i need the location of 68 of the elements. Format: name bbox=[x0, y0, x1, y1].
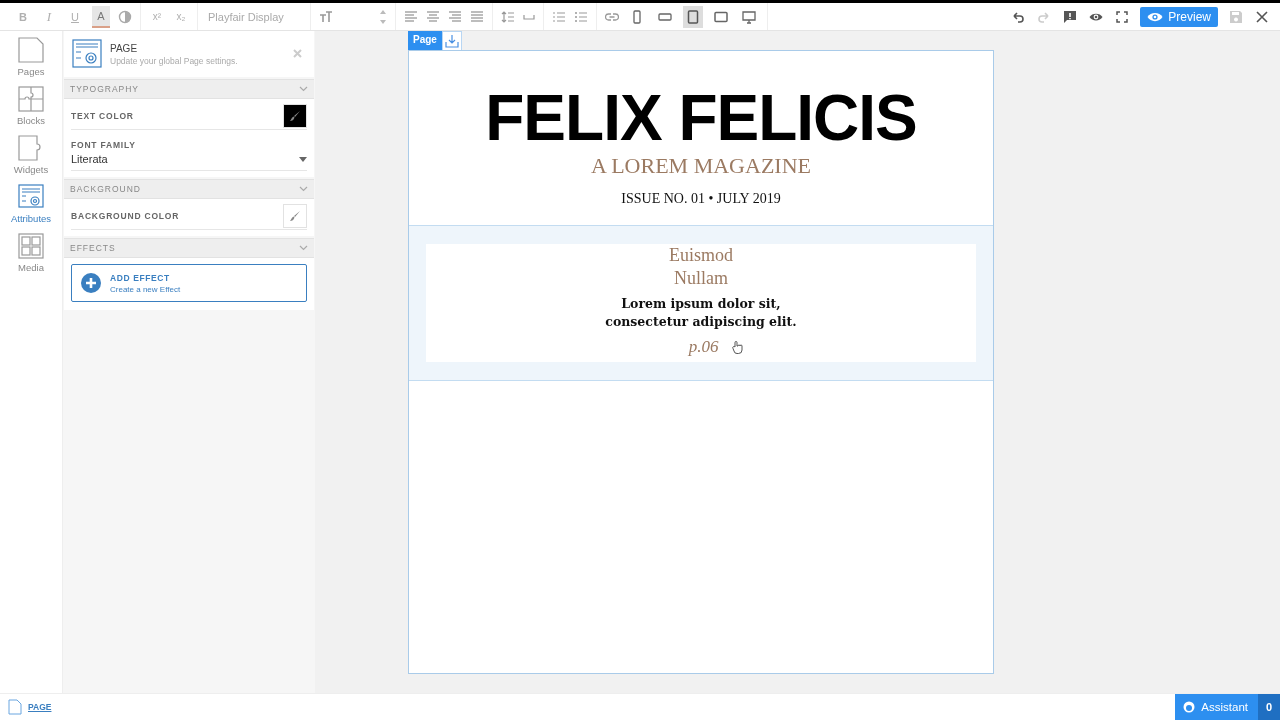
assistant-icon bbox=[1183, 701, 1196, 713]
bullet-list-icon[interactable] bbox=[574, 10, 588, 23]
numbered-list-icon[interactable] bbox=[552, 10, 566, 23]
sidebar-item[interactable]: Media bbox=[2, 233, 60, 273]
issue-line: ISSUE NO. 01 • JULY 2019 bbox=[621, 191, 781, 207]
sidebar-item[interactable]: Blocks bbox=[2, 86, 60, 126]
sidebar-item[interactable]: Widgets bbox=[2, 135, 60, 175]
puzzle-icon bbox=[18, 86, 44, 112]
page-icon bbox=[8, 699, 22, 715]
assistant-count: 0 bbox=[1258, 694, 1280, 720]
section-header[interactable]: BACKGROUND bbox=[64, 179, 314, 199]
block-text: Lorem ipsum dolor sit, consectetur adipiscing elit. bbox=[605, 295, 797, 331]
page-icon bbox=[18, 37, 44, 63]
align-center-icon[interactable] bbox=[426, 10, 440, 23]
page-tag[interactable]: Page bbox=[408, 31, 442, 50]
hand-cursor-icon bbox=[732, 340, 744, 354]
page-number: p.06 bbox=[688, 337, 719, 357]
content-block[interactable]: Euismod Nullam Lorem ipsum dolor sit, consectetur adipiscing elit. p.06 bbox=[409, 225, 993, 381]
brush-icon bbox=[289, 210, 301, 222]
format-button[interactable]: B bbox=[14, 5, 32, 28]
block-heading: Euismod Nullam bbox=[669, 244, 733, 290]
contrast-icon[interactable] bbox=[118, 9, 132, 24]
puzzle-piece-icon bbox=[18, 135, 44, 161]
chevron-icon bbox=[299, 86, 308, 92]
field-label: TEXT COLOR bbox=[71, 111, 134, 121]
assistant-button[interactable]: Assistant bbox=[1175, 694, 1258, 720]
magazine-subtitle: A LOREM MAGAZINE bbox=[591, 153, 811, 179]
preview-button[interactable]: Preview bbox=[1140, 6, 1218, 27]
magazine-title: FELIX FELICIS bbox=[485, 85, 917, 151]
brush-icon bbox=[289, 110, 301, 122]
script-button[interactable]: x² bbox=[149, 5, 165, 28]
tablet-icon[interactable] bbox=[683, 5, 703, 28]
fullscreen-icon[interactable] bbox=[1114, 8, 1131, 25]
sidebar-item[interactable]: Attributes bbox=[2, 184, 60, 224]
page-settings-icon bbox=[72, 39, 102, 69]
field-label: FONT FAMILY bbox=[71, 140, 137, 150]
text-size-icon[interactable] bbox=[319, 10, 333, 23]
format-button[interactable]: A bbox=[92, 5, 110, 28]
align-justify-icon[interactable] bbox=[470, 10, 484, 23]
spacing-icon[interactable] bbox=[523, 12, 535, 21]
dropdown-caret-icon bbox=[299, 156, 307, 162]
grid-icon bbox=[18, 233, 44, 259]
close-icon[interactable] bbox=[1254, 8, 1270, 25]
section-header[interactable]: EFFECTS bbox=[64, 238, 314, 258]
font-family-select[interactable]: Literata bbox=[71, 153, 307, 171]
align-right-icon[interactable] bbox=[448, 10, 462, 23]
chevron-icon bbox=[299, 245, 308, 251]
section-header[interactable]: TYPOGRAPHY bbox=[64, 79, 314, 99]
field-label: BACKGROUND COLOR bbox=[71, 211, 180, 221]
color-swatch[interactable] bbox=[283, 104, 307, 128]
settings-icon bbox=[18, 184, 44, 210]
page-link[interactable]: PAGE bbox=[28, 702, 52, 712]
download-icon[interactable] bbox=[441, 31, 462, 51]
format-button[interactable]: U bbox=[66, 5, 84, 28]
panel-title: PAGE bbox=[110, 42, 139, 54]
plus-icon bbox=[81, 273, 101, 293]
color-swatch[interactable] bbox=[283, 204, 307, 228]
link-icon[interactable] bbox=[605, 12, 619, 21]
format-button[interactable]: I bbox=[40, 5, 58, 28]
align-left-icon[interactable] bbox=[404, 10, 418, 23]
sidebar-item[interactable]: Pages bbox=[2, 37, 60, 77]
add-effect-button[interactable]: ADD EFFECT Create a new Effect bbox=[71, 264, 307, 302]
eye-icon bbox=[1147, 10, 1164, 23]
panel-subtitle: Update your global Page settings. bbox=[110, 55, 238, 66]
line-height-icon[interactable] bbox=[501, 10, 515, 23]
comment-icon[interactable] bbox=[1062, 8, 1079, 25]
script-button[interactable]: x₂ bbox=[173, 5, 189, 28]
chevron-icon bbox=[299, 186, 308, 192]
